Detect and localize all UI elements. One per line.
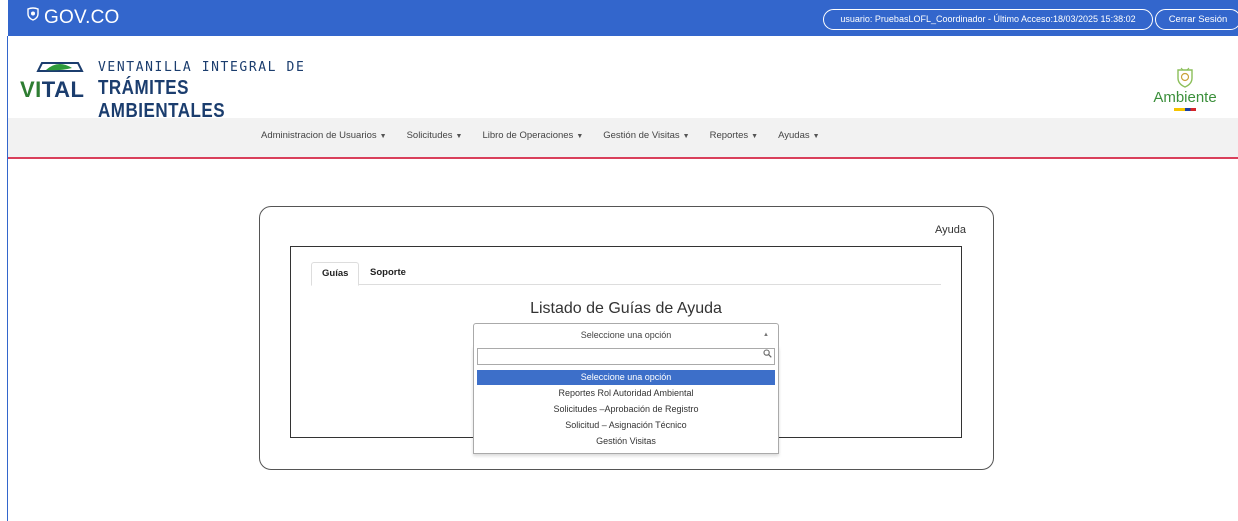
nav-menu-label: Reportes — [709, 130, 749, 141]
caret-down-icon: ▼ — [379, 133, 387, 140]
guide-select-value: Seleccione una opción — [580, 330, 672, 340]
nav-menu-label: Solicitudes — [406, 130, 453, 141]
nav-menu-solicitudes[interactable]: Solicitudes ▼ — [407, 130, 463, 141]
colombia-flag-stripe — [1174, 108, 1196, 111]
page-left-border — [7, 36, 8, 521]
tab-soporte[interactable]: Soporte — [360, 262, 416, 286]
vital-brand-logo[interactable]: VITAL VENTANILLA INTEGRAL DE TRÁMITES AM… — [20, 58, 320, 122]
main-navigation: Administracion de Usuarios ▼ Solicitudes ▼… — [8, 118, 1238, 159]
vital-wordmark: VITAL — [20, 77, 84, 103]
caret-down-icon: ▼ — [812, 133, 820, 140]
nav-menu-label: Libro de Operaciones — [482, 130, 574, 141]
help-panel-title: Ayuda — [935, 224, 966, 236]
nav-menu-label: Administracion de Usuarios — [261, 130, 377, 141]
tab-guias[interactable]: Guías — [311, 262, 360, 286]
guide-select[interactable]: Seleccione una opción ▲ — [473, 323, 779, 347]
logout-button[interactable]: Cerrar Sesión — [1155, 9, 1238, 30]
caret-down-icon: ▼ — [576, 133, 584, 140]
guides-list-heading: Listado de Guías de Ayuda — [530, 300, 722, 317]
nav-menu-administracion-usuarios[interactable]: Administracion de Usuarios ▼ — [261, 130, 387, 141]
nav-menu-libro-operaciones[interactable]: Libro de Operaciones ▼ — [482, 130, 583, 141]
vital-wordmark-part2: TAL — [41, 77, 85, 102]
dropdown-option[interactable]: Gestión Visitas — [477, 434, 775, 449]
nav-menu-gestion-visitas[interactable]: Gestión de Visitas ▼ — [603, 130, 689, 141]
vital-wordmark-part1: VI — [20, 77, 42, 102]
caret-down-icon: ▼ — [751, 133, 759, 140]
nav-menu-reportes[interactable]: Reportes ▼ — [710, 130, 759, 141]
gov-logo-text: GOV.CO — [44, 7, 120, 28]
ambiente-emblem-icon — [1177, 67, 1193, 88]
guide-search-input[interactable] — [477, 348, 775, 365]
dropdown-option[interactable]: Solicitudes –Aprobación de Registro — [477, 402, 775, 417]
gov-co-logo[interactable]: GOV.CO — [26, 7, 119, 29]
ministry-ambiente-logo[interactable]: Ambiente — [1145, 66, 1225, 120]
brand-title-line2: TRÁMITES AMBIENTALES — [98, 77, 226, 122]
nav-menu-label: Gestión de Visitas — [603, 130, 680, 141]
caret-down-icon: ▼ — [455, 133, 463, 140]
caret-down-icon: ▼ — [682, 133, 690, 140]
nav-menu-label: Ayudas — [778, 130, 810, 141]
dropdown-option[interactable]: Reportes Rol Autoridad Ambiental — [477, 386, 775, 401]
user-session-info: usuario: PruebasLOFL_Coordinador - Últim… — [823, 9, 1153, 30]
brand-title-line1: VENTANILLA INTEGRAL DE — [98, 60, 306, 75]
search-icon — [763, 349, 772, 360]
caret-up-icon: ▲ — [763, 332, 769, 338]
guide-select-dropdown: Seleccione una opción Reportes Rol Autor… — [473, 346, 779, 454]
nav-menu-ayudas[interactable]: Ayudas ▼ — [778, 130, 819, 141]
gov-shield-icon — [26, 7, 40, 24]
dropdown-option[interactable]: Seleccione una opción — [477, 370, 775, 385]
gov-top-bar: GOV.CO usuario: PruebasLOFL_Coordinador … — [8, 0, 1238, 36]
ministry-name: Ambiente — [1153, 89, 1217, 106]
dropdown-option[interactable]: Solicitud – Asignación Técnico — [477, 418, 775, 433]
help-tabs: Guías Soporte — [311, 262, 941, 286]
